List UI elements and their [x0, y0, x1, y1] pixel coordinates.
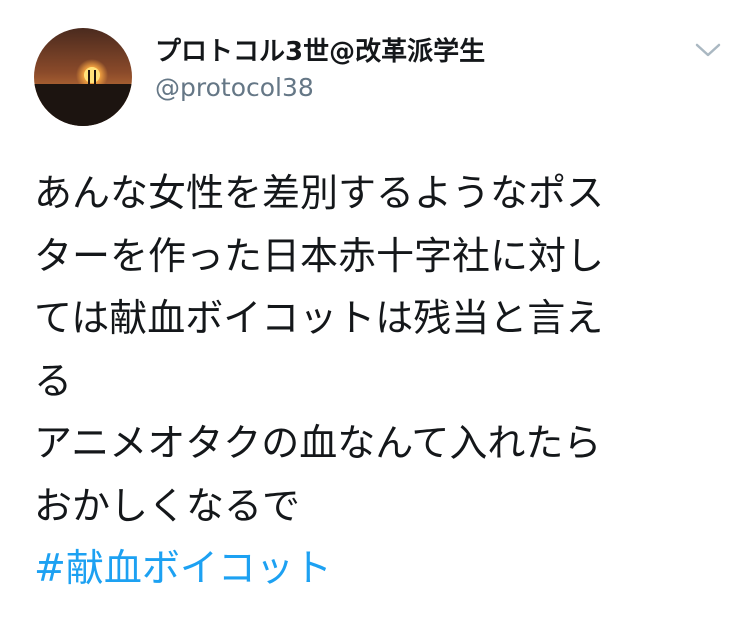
tweet-text-line: ターを作った日本赤十字社に対し	[34, 233, 605, 278]
hashtag-link[interactable]: #献血ボイコット	[34, 537, 724, 600]
tweet-text-line: る	[34, 358, 73, 403]
tweet-text: あんな女性を差別するようなポス ターを作った日本赤十字社に対し ては献血ボイコッ…	[34, 162, 724, 600]
sunset-avatar-image	[34, 28, 132, 126]
tweet-text-line: ては献血ボイコットは残当と言え	[34, 296, 604, 340]
avatar[interactable]	[34, 28, 132, 126]
tweet-text-line: おかしくなるで	[34, 483, 301, 528]
tweet-card: プロトコル3世@改革派学生 @protocol38 あんな女性を差別するようなポ…	[0, 0, 750, 634]
display-name[interactable]: プロトコル3世@改革派学生	[155, 36, 485, 68]
chevron-down-icon[interactable]	[694, 38, 722, 60]
tweet-text-line: アニメオタクの血なんて入れたら	[34, 421, 602, 465]
user-handle[interactable]: @protocol38	[155, 72, 314, 104]
tweet-text-line: あんな女性を差別するようなポス	[34, 171, 605, 215]
